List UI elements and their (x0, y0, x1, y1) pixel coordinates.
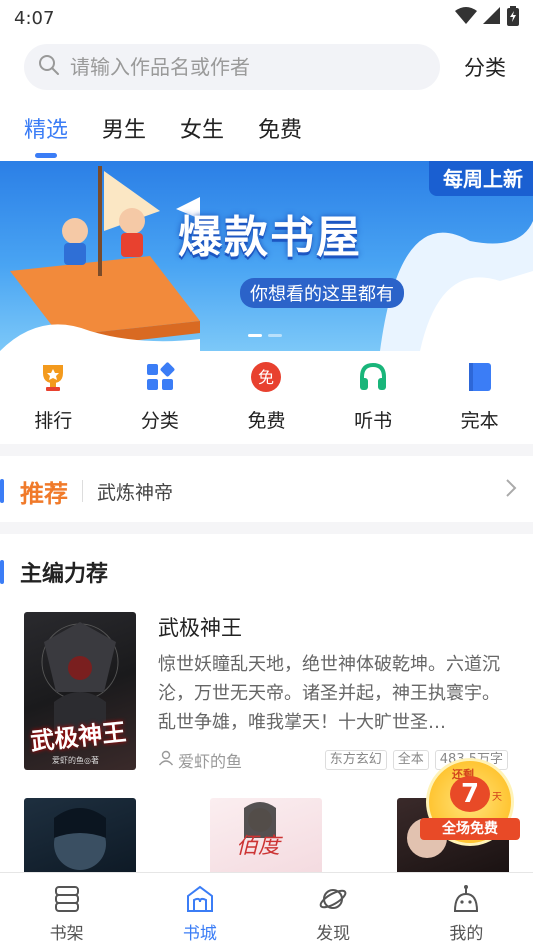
section-title: 主编力荐 (20, 562, 109, 587)
promo-banner-text: 全场免费 (420, 818, 520, 840)
book-title[interactable]: 武极神王 (158, 612, 242, 642)
recommend-bar[interactable]: 推荐 武炼神帝 (0, 466, 533, 516)
tab-female[interactable]: 女生 (180, 112, 224, 144)
quick-nav-audiobook[interactable]: 听书 (333, 360, 413, 440)
promo-banner[interactable]: 每周上新 爆款书屋 你想看的这里都有 (0, 161, 533, 351)
nav-bookstore[interactable]: 书城 (160, 883, 240, 948)
book-description: 惊世妖瞳乱天地，绝世神体破乾坤。六道沉沦，万世无天帝。诸圣并起，神王执寰宇。乱世… (158, 654, 500, 733)
free-promo-badge[interactable]: 还剩 7 天 全场免费 (420, 750, 520, 850)
recommend-title: 武炼神帝 (97, 481, 174, 504)
signal-icon (483, 6, 501, 30)
tab-male[interactable]: 男生 (102, 112, 146, 144)
divider (0, 522, 533, 534)
quick-nav-free[interactable]: 免 免费 (226, 360, 306, 440)
quick-nav-ranking[interactable]: 排行 (13, 360, 93, 440)
status-bar: 4:07 (0, 0, 533, 36)
search-row: 分类 (24, 44, 533, 90)
nav-label: 我的 (449, 924, 484, 944)
tab-free[interactable]: 免费 (258, 112, 302, 144)
status-time: 4:07 (14, 7, 55, 29)
search-input[interactable] (70, 55, 410, 79)
quick-nav-completed[interactable]: 完本 (440, 360, 520, 440)
book-tag-genre: 东方玄幻 (324, 750, 387, 770)
bottom-nav: 书架 书城 发现 我的 (0, 872, 533, 948)
nav-label: 书城 (182, 924, 217, 944)
channel-tabs: 精选 男生 女生 免费 (24, 112, 302, 144)
section-marker (0, 560, 4, 584)
divider (0, 444, 533, 456)
recommend-label: 推荐 (20, 479, 68, 508)
banner-title: 爆款书屋 (178, 212, 362, 263)
banner-dot (248, 334, 262, 337)
promo-unit: 天 (492, 792, 502, 803)
divider (82, 480, 83, 502)
nav-profile[interactable]: 我的 (426, 883, 506, 948)
search-box[interactable] (24, 44, 440, 90)
nav-label: 书架 (49, 924, 84, 944)
profile-icon (450, 883, 482, 915)
book-author: 爱虾的鱼 (158, 748, 319, 772)
banner-pagination (248, 334, 282, 337)
banner-subtitle: 你想看的这里都有 (240, 278, 404, 308)
planet-icon (317, 883, 349, 915)
cover-title: 佰度 (236, 834, 281, 859)
trophy-icon (36, 360, 70, 394)
status-icons (455, 5, 519, 31)
quick-nav-label: 分类 (140, 410, 179, 432)
book-cover[interactable]: 佰度 (210, 798, 322, 872)
category-grid-icon (143, 360, 177, 394)
cover-author: 爱虾的鱼◎著 (52, 756, 99, 765)
banner-dot (268, 334, 282, 337)
svg-text:免: 免 (258, 368, 274, 387)
nav-label: 发现 (316, 924, 351, 944)
tab-featured[interactable]: 精选 (24, 112, 68, 144)
promo-days-number: 7 (450, 776, 490, 812)
category-link[interactable]: 分类 (464, 52, 506, 82)
section-header: 主编力荐 (0, 556, 108, 588)
user-icon (158, 750, 174, 770)
free-badge-icon: 免 (249, 360, 283, 394)
search-icon (38, 54, 60, 80)
book-cover[interactable] (24, 798, 136, 872)
battery-icon (507, 5, 519, 31)
cover-art (54, 808, 106, 870)
quick-nav-label: 听书 (354, 410, 393, 432)
section-marker (0, 479, 4, 503)
nav-bookshelf[interactable]: 书架 (27, 883, 107, 948)
quick-nav-category[interactable]: 分类 (120, 360, 200, 440)
quick-nav-label: 完本 (460, 410, 499, 432)
banner-tag: 每周上新 (429, 161, 533, 196)
quick-nav: 排行 分类 免 免费 听书 完本 (0, 360, 533, 440)
book-cover[interactable]: 武极神王 爱虾的鱼◎著 (24, 612, 136, 770)
bookstore-icon (184, 883, 216, 915)
quick-nav-label: 免费 (247, 410, 286, 432)
quick-nav-label: 排行 (34, 410, 73, 432)
wifi-icon (455, 6, 477, 30)
featured-book[interactable]: 武极神王 爱虾的鱼◎著 武极神王 惊世妖瞳乱天地，绝世神体破乾坤。六道沉沦，万世… (24, 612, 509, 772)
headphones-icon (356, 360, 390, 394)
author-name: 爱虾的鱼 (178, 752, 243, 771)
book-icon (463, 360, 497, 394)
chevron-right-icon (505, 478, 517, 504)
bookshelf-icon (51, 883, 83, 915)
nav-discover[interactable]: 发现 (293, 883, 373, 948)
